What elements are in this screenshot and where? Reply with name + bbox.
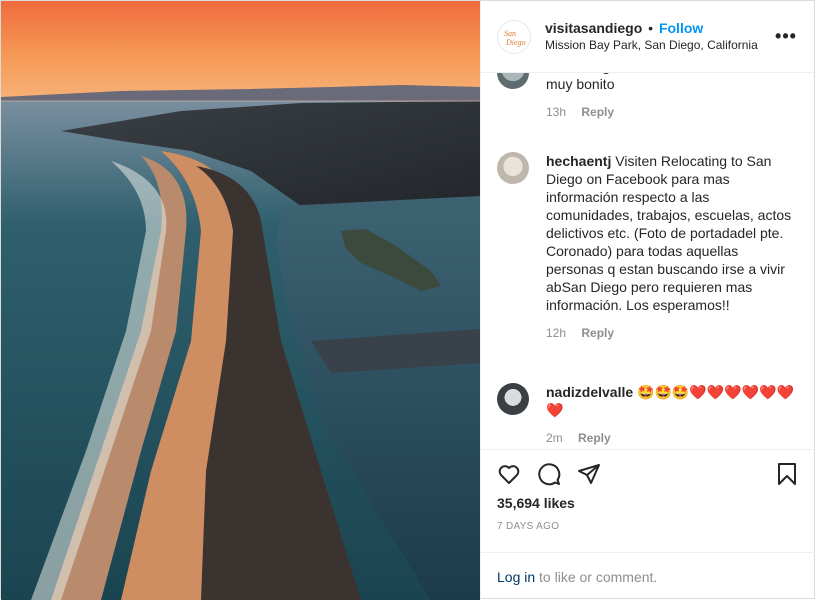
san-diego-logo-icon: San Diego: [504, 29, 526, 47]
comment-item: hechaentj Visiten Relocating to San Dieg…: [497, 152, 799, 340]
comment-content: Ahí viví 2 años, en verdad muy bonito: [546, 73, 799, 92]
comment-age: 13h: [546, 105, 567, 119]
login-link[interactable]: Log in: [497, 569, 535, 585]
reply-button[interactable]: Reply: [581, 326, 614, 340]
header-separator: •: [648, 19, 654, 36]
logo-text-bottom: Diego: [505, 38, 526, 47]
post-photo[interactable]: [1, 1, 480, 600]
account-avatar[interactable]: San Diego: [497, 19, 531, 54]
reply-button[interactable]: Reply: [578, 431, 611, 445]
like-heart-icon[interactable]: [497, 462, 521, 489]
comments-list[interactable]: isabelitagv19 Ahí viví 2 años, en verdad…: [481, 73, 815, 449]
logo-text-top: San: [504, 29, 516, 38]
post-sidebar: San Diego visitasandiego • Follow Missio…: [480, 1, 815, 599]
post-username[interactable]: visitasandiego: [545, 20, 642, 36]
comment-body: hechaentj Visiten Relocating to San Dieg…: [546, 152, 799, 340]
commenter-avatar[interactable]: [497, 73, 529, 89]
aerial-photo: [1, 1, 480, 600]
instagram-post: San Diego visitasandiego • Follow Missio…: [0, 0, 815, 600]
login-prompt: Log in to like or comment.: [481, 552, 815, 600]
comment-text: isabelitagv19 Ahí viví 2 años, en verdad…: [546, 73, 799, 93]
comment-body: nadizdelvalle 🤩🤩🤩❤️❤️❤️❤️❤️❤️❤️ 2m Reply: [546, 383, 799, 445]
save-bookmark-icon[interactable]: [775, 462, 799, 489]
comment-item: isabelitagv19 Ahí viví 2 años, en verdad…: [497, 73, 799, 119]
comment-item: nadizdelvalle 🤩🤩🤩❤️❤️❤️❤️❤️❤️❤️ 2m Reply: [497, 383, 799, 445]
commenter-avatar[interactable]: [497, 383, 529, 415]
comment-bubble-icon[interactable]: [537, 462, 561, 489]
reply-button[interactable]: Reply: [581, 105, 614, 119]
login-prompt-text: to like or comment.: [535, 569, 658, 585]
comment-meta: 13h Reply: [546, 105, 799, 119]
comment-username[interactable]: hechaentj: [546, 153, 611, 169]
comment-username[interactable]: nadizdelvalle: [546, 384, 633, 400]
post-location[interactable]: Mission Bay Park, San Diego, California: [545, 37, 774, 54]
comment-meta: 12h Reply: [546, 326, 799, 340]
post-timestamp[interactable]: 7 DAYS AGO: [497, 521, 559, 532]
comment-content: Visiten Relocating to San Diego on Faceb…: [546, 153, 792, 313]
post-actions: 35,694 likes 7 DAYS AGO Log in to like o…: [481, 449, 815, 599]
action-icons: [497, 462, 799, 488]
share-paper-plane-icon[interactable]: [577, 462, 601, 489]
likes-count[interactable]: 35,694 likes: [497, 495, 575, 511]
comment-text: nadizdelvalle 🤩🤩🤩❤️❤️❤️❤️❤️❤️❤️: [546, 383, 799, 419]
comment-body: isabelitagv19 Ahí viví 2 años, en verdad…: [546, 73, 799, 119]
comment-meta: 2m Reply: [546, 431, 799, 445]
comment-age: 2m: [546, 431, 563, 445]
more-options-icon[interactable]: •••: [774, 26, 798, 47]
comment-age: 12h: [546, 326, 567, 340]
commenter-avatar[interactable]: [497, 152, 529, 184]
post-header: San Diego visitasandiego • Follow Missio…: [481, 1, 814, 73]
comment-username[interactable]: isabelitagv19: [546, 73, 634, 74]
follow-button[interactable]: Follow: [659, 20, 703, 36]
header-text: visitasandiego • Follow Mission Bay Park…: [545, 20, 774, 54]
comment-text: hechaentj Visiten Relocating to San Dieg…: [546, 152, 799, 314]
